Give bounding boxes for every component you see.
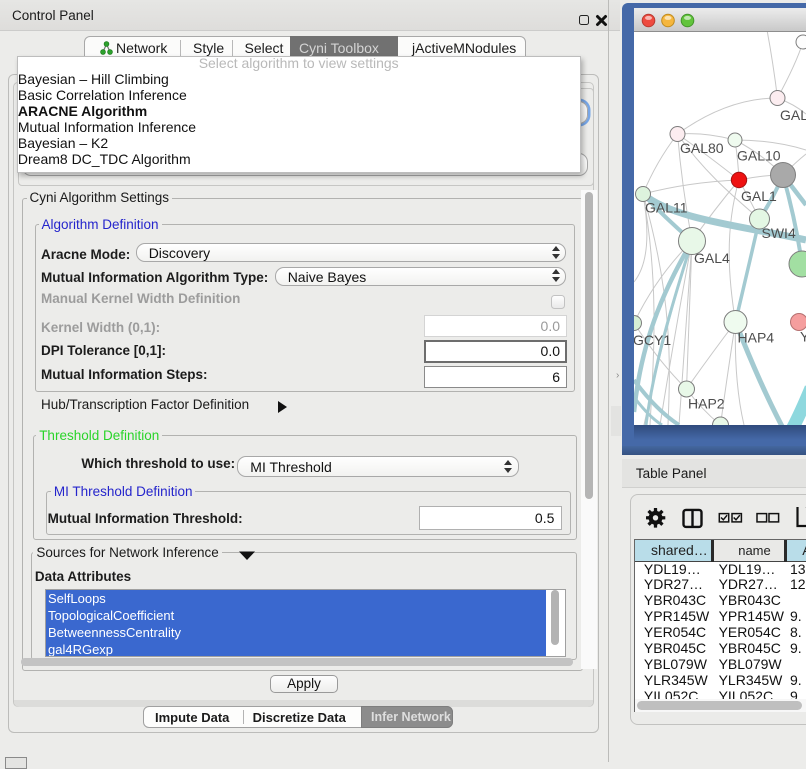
svg-text:GAL1: GAL1	[741, 188, 777, 204]
svg-text:HAP4: HAP4	[738, 329, 775, 345]
svg-text:GAL11: GAL11	[645, 200, 688, 216]
svg-text:GAL: GAL	[780, 107, 806, 123]
svg-text:GAL4: GAL4	[694, 250, 730, 266]
svg-text:GAL80: GAL80	[680, 140, 724, 156]
svg-text:HAP2: HAP2	[688, 395, 725, 411]
svg-text:GCY1: GCY1	[634, 332, 671, 348]
svg-text:GAL10: GAL10	[737, 147, 781, 163]
svg-text:Y: Y	[800, 329, 806, 345]
svg-text:SWI4: SWI4	[762, 225, 796, 241]
